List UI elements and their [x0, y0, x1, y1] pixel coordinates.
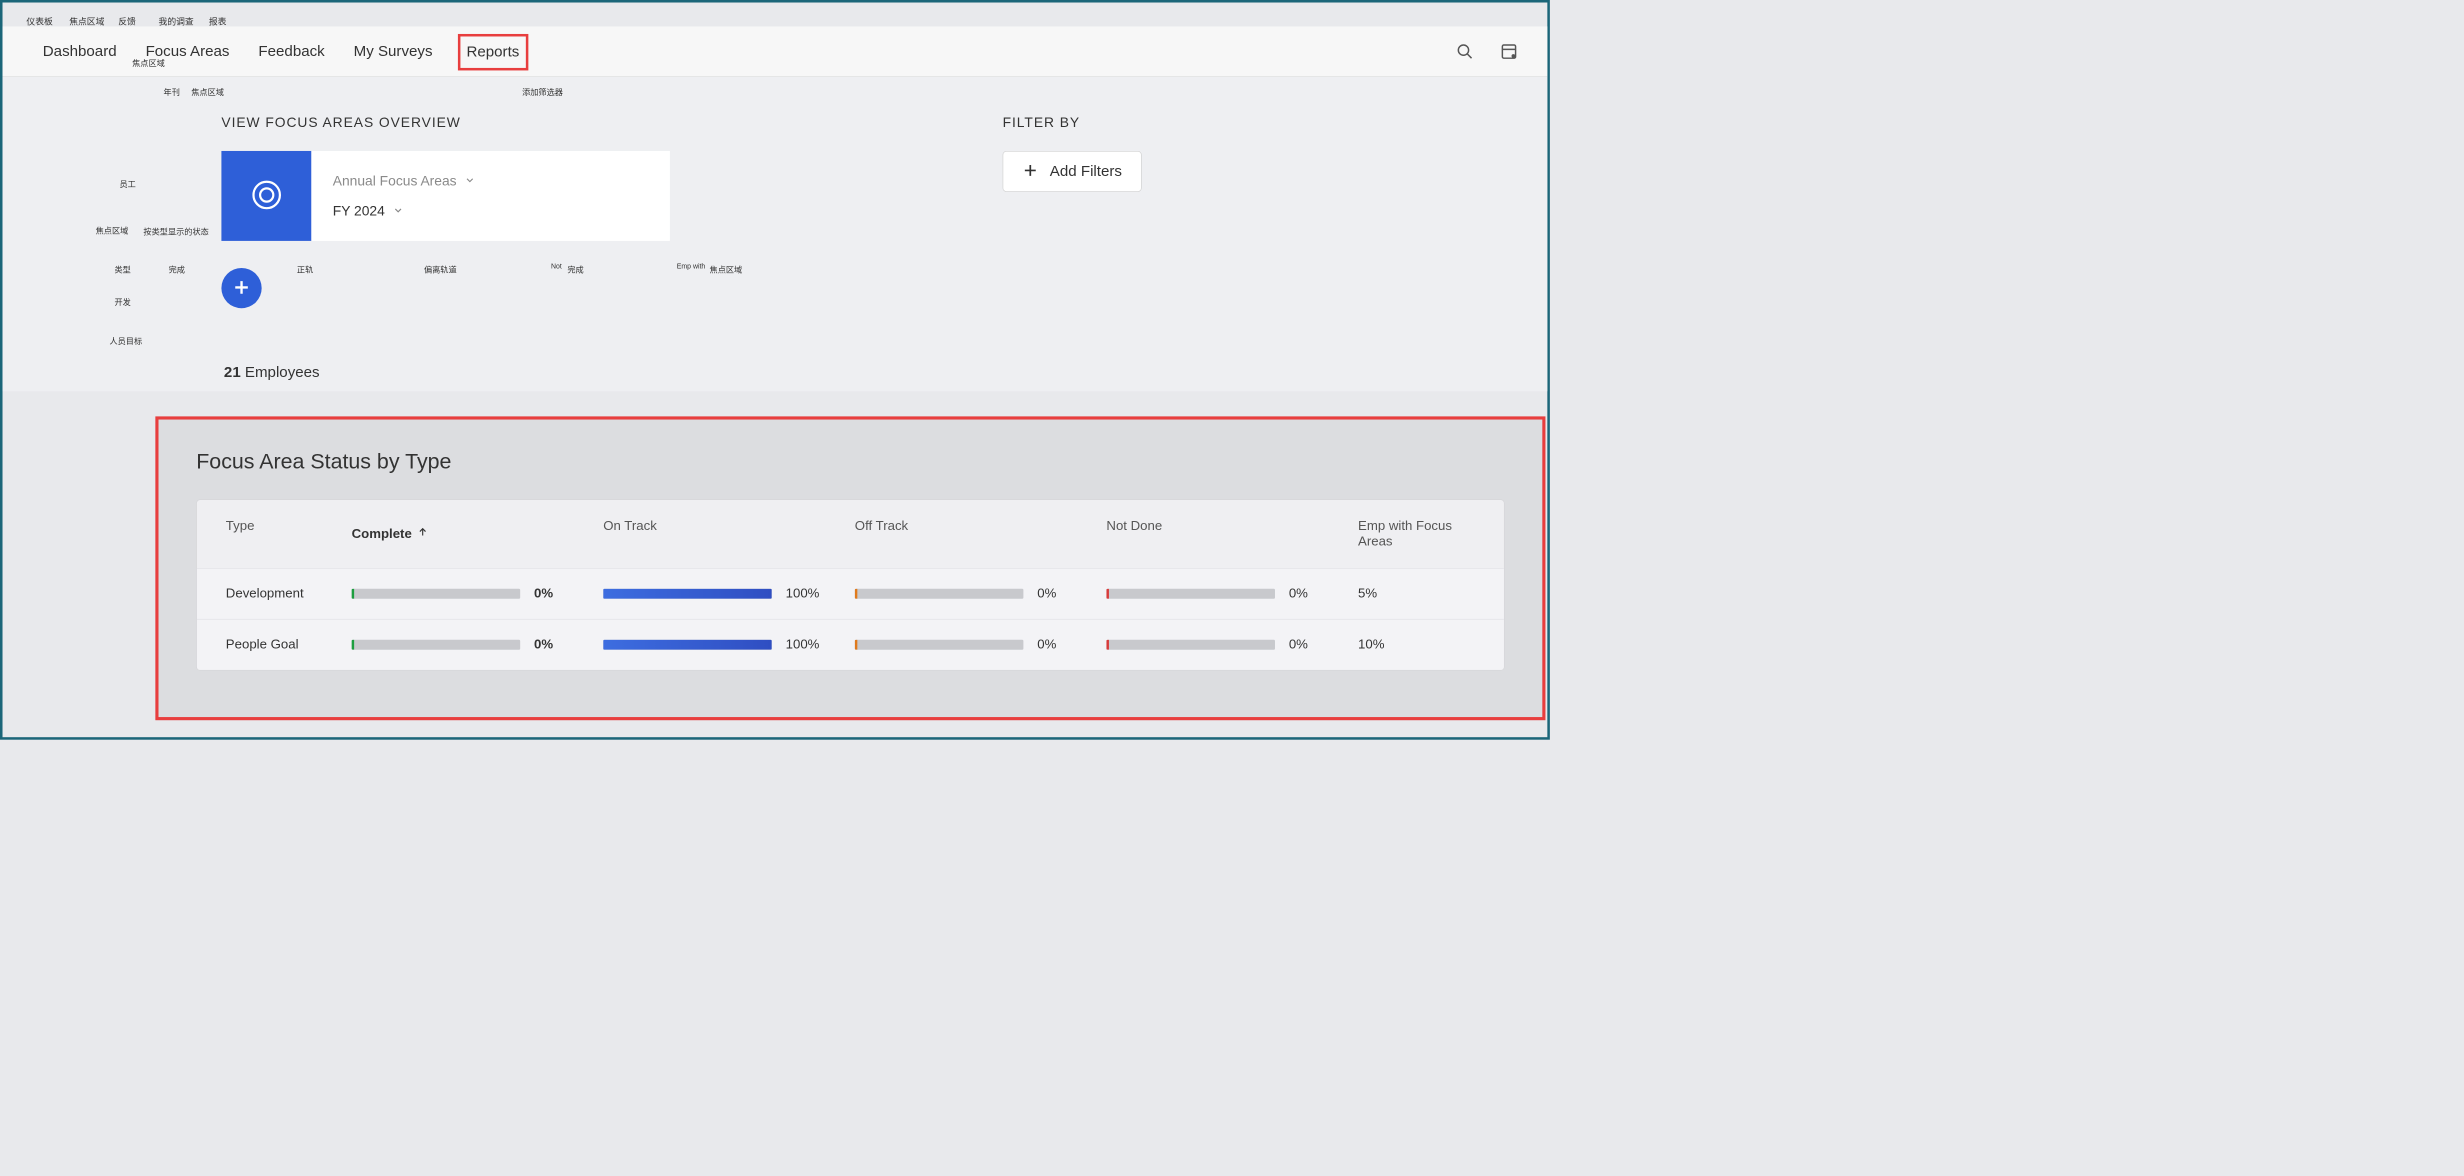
- anno-yearly: 年刊: [164, 86, 180, 98]
- row-type: Development: [226, 586, 352, 601]
- status-by-type-card: Focus Area Status by Type Type Complete …: [155, 416, 1545, 720]
- anno-statustype: 按类型显示的状态: [143, 225, 208, 237]
- dropdown-panel: Annual Focus Areas FY 2024: [311, 151, 670, 241]
- table-row: People Goal 0% 100% 0% 0% 10%: [197, 619, 1504, 670]
- header-emp[interactable]: Emp with Focus Areas: [1358, 519, 1475, 549]
- complete-bar: [352, 640, 521, 650]
- focus-area-tile[interactable]: [221, 151, 311, 241]
- header-complete-label: Complete: [352, 526, 412, 541]
- anno-focusarea: 焦点区域: [96, 224, 129, 236]
- anno-complete: 完成: [169, 263, 185, 275]
- anno-offtrack: 偏离轨道: [424, 263, 457, 275]
- anno-development: 开发: [114, 296, 130, 308]
- offtrack-value: 0%: [1037, 586, 1067, 601]
- notdone-bar: [1106, 640, 1275, 650]
- plus-icon: [232, 278, 251, 299]
- emp-value: 10%: [1358, 637, 1475, 652]
- nav-feedback[interactable]: Feedback: [255, 26, 329, 76]
- employee-count: 21 Employees: [224, 364, 320, 382]
- dropdown-category[interactable]: Annual Focus Areas: [333, 173, 670, 189]
- anno-ontrack: 正轨: [297, 263, 313, 275]
- ontrack-bar: [603, 589, 772, 599]
- anno-employees: 员工: [120, 177, 136, 189]
- ontrack-value: 100%: [786, 586, 816, 601]
- row-type: People Goal: [226, 637, 352, 652]
- offtrack-value: 0%: [1037, 637, 1067, 652]
- target-icon: [249, 177, 284, 214]
- anno-not: Not: [551, 263, 562, 271]
- complete-bar: [352, 589, 521, 599]
- ontrack-value: 100%: [786, 637, 816, 652]
- notdone-bar: [1106, 589, 1275, 599]
- header-type[interactable]: Type: [226, 519, 352, 549]
- search-icon[interactable]: [1456, 42, 1475, 61]
- nav-dashboard[interactable]: Dashboard: [39, 26, 120, 76]
- complete-value: 0%: [534, 586, 564, 601]
- sort-ascending-icon: [417, 526, 428, 541]
- header-offtrack[interactable]: Off Track: [855, 519, 1107, 549]
- add-filters-label: Add Filters: [1050, 163, 1122, 181]
- chevron-down-icon: [464, 173, 475, 189]
- status-table: Type Complete On Track Off Track Not Don…: [196, 499, 1504, 670]
- anno-done: 完成: [567, 263, 583, 275]
- dropdown-period[interactable]: FY 2024: [333, 203, 670, 219]
- notdone-value: 0%: [1289, 586, 1319, 601]
- chevron-down-icon: [392, 203, 403, 219]
- emp-value: 5%: [1358, 586, 1475, 601]
- card-title: Focus Area Status by Type: [196, 450, 1542, 475]
- nav-focus-areas[interactable]: Focus Areas: [142, 26, 233, 76]
- employee-count-number: 21: [224, 364, 241, 381]
- upper-panel: 年刊 焦点区域 添加筛选器 员工 焦点区域 按类型显示的状态 类型 完成 正轨 …: [3, 77, 1548, 392]
- dd-primary-label: Annual Focus Areas: [333, 173, 457, 189]
- panel-settings-icon[interactable]: [1500, 42, 1519, 61]
- nav-my-surveys[interactable]: My Surveys: [350, 26, 436, 76]
- employee-count-label: Employees: [241, 364, 320, 381]
- header-ontrack[interactable]: On Track: [603, 519, 855, 549]
- ontrack-bar: [603, 640, 772, 650]
- anno-addfilters: 添加筛选器: [522, 86, 563, 98]
- anno-peoplegoal: 人员目标: [109, 335, 142, 347]
- anno-type: 类型: [114, 263, 130, 275]
- dd-secondary-label: FY 2024: [333, 203, 385, 219]
- add-button[interactable]: [221, 268, 261, 308]
- offtrack-bar: [855, 640, 1024, 650]
- anno-focus-sub: 焦点区域: [132, 57, 165, 69]
- add-filters-button[interactable]: Add Filters: [1003, 151, 1142, 192]
- table-header: Type Complete On Track Off Track Not Don…: [197, 500, 1504, 568]
- header-notdone[interactable]: Not Done: [1106, 519, 1358, 549]
- notdone-value: 0%: [1289, 637, 1319, 652]
- anno-focuszone: 焦点区域: [191, 86, 224, 98]
- offtrack-bar: [855, 589, 1024, 599]
- plus-icon: [1022, 162, 1038, 180]
- header-complete[interactable]: Complete: [352, 519, 604, 549]
- section-title: VIEW FOCUS AREAS OVERVIEW: [221, 114, 460, 130]
- nav-reports[interactable]: Reports: [458, 34, 528, 70]
- table-row: Development 0% 100% 0% 0% 5%: [197, 568, 1504, 619]
- complete-value: 0%: [534, 637, 564, 652]
- filter-by-title: FILTER BY: [1003, 114, 1080, 130]
- anno-empwith: Emp with: [677, 263, 705, 271]
- main-navbar: Dashboard Focus Areas Feedback My Survey…: [3, 26, 1548, 76]
- anno-focuszone2: 焦点区域: [710, 263, 743, 275]
